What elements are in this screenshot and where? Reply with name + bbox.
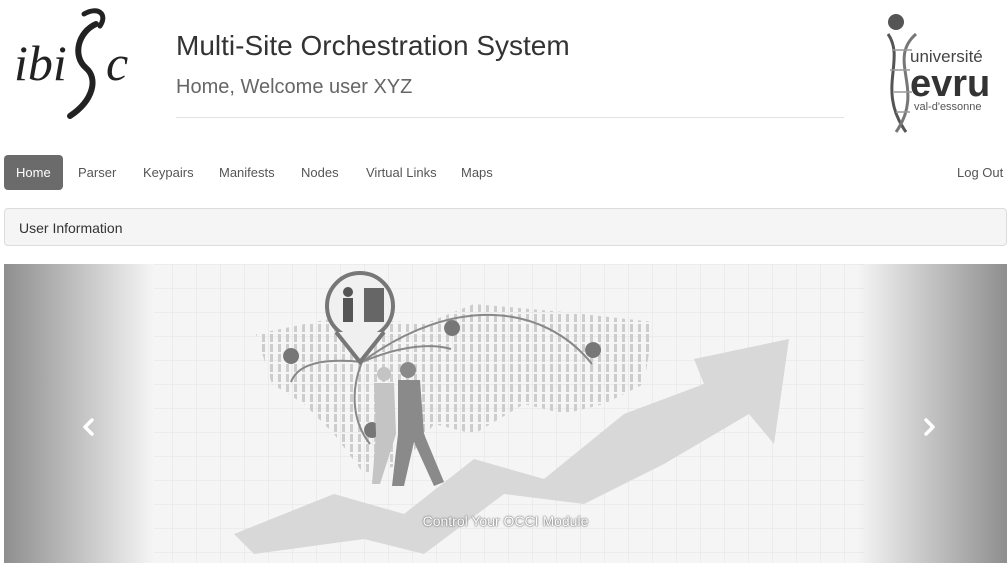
logout-link[interactable]: Log Out — [957, 155, 1003, 190]
nav-item-virtual-links[interactable]: Virtual Links — [366, 155, 437, 190]
carousel-caption: Control Your OCCI Module — [422, 513, 589, 529]
svg-text:c: c — [106, 35, 128, 91]
nav-item-keypairs[interactable]: Keypairs — [143, 155, 194, 190]
nav-item-parser[interactable]: Parser — [78, 155, 116, 190]
page-title: Multi-Site Orchestration System — [176, 30, 570, 61]
nav-item-manifests[interactable]: Manifests — [219, 155, 275, 190]
image-carousel: Control Your OCCI Module — [4, 264, 1007, 563]
nav-item-maps[interactable]: Maps — [461, 155, 493, 190]
header-divider — [176, 117, 844, 118]
ibisc-logo: ibi c — [14, 8, 128, 119]
page-subtitle: Home, Welcome user XYZ — [176, 76, 413, 98]
panel-title[interactable]: User Information — [19, 220, 122, 236]
chevron-right-icon[interactable] — [916, 414, 942, 440]
nav-item-home[interactable]: Home — [4, 155, 63, 190]
nav-item-nodes[interactable]: Nodes — [301, 155, 339, 190]
chevron-left-icon[interactable] — [76, 414, 102, 440]
main-nav: Home Parser Keypairs Manifests Nodes Vir… — [4, 155, 1007, 191]
svg-text:evru: evru — [910, 63, 990, 105]
university-evry-logo: université evru val-d'essonne — [886, 14, 990, 133]
user-information-panel: User Information — [4, 208, 1007, 246]
svg-text:val-d'essonne: val-d'essonne — [914, 101, 982, 113]
svg-text:ibi: ibi — [14, 35, 67, 91]
